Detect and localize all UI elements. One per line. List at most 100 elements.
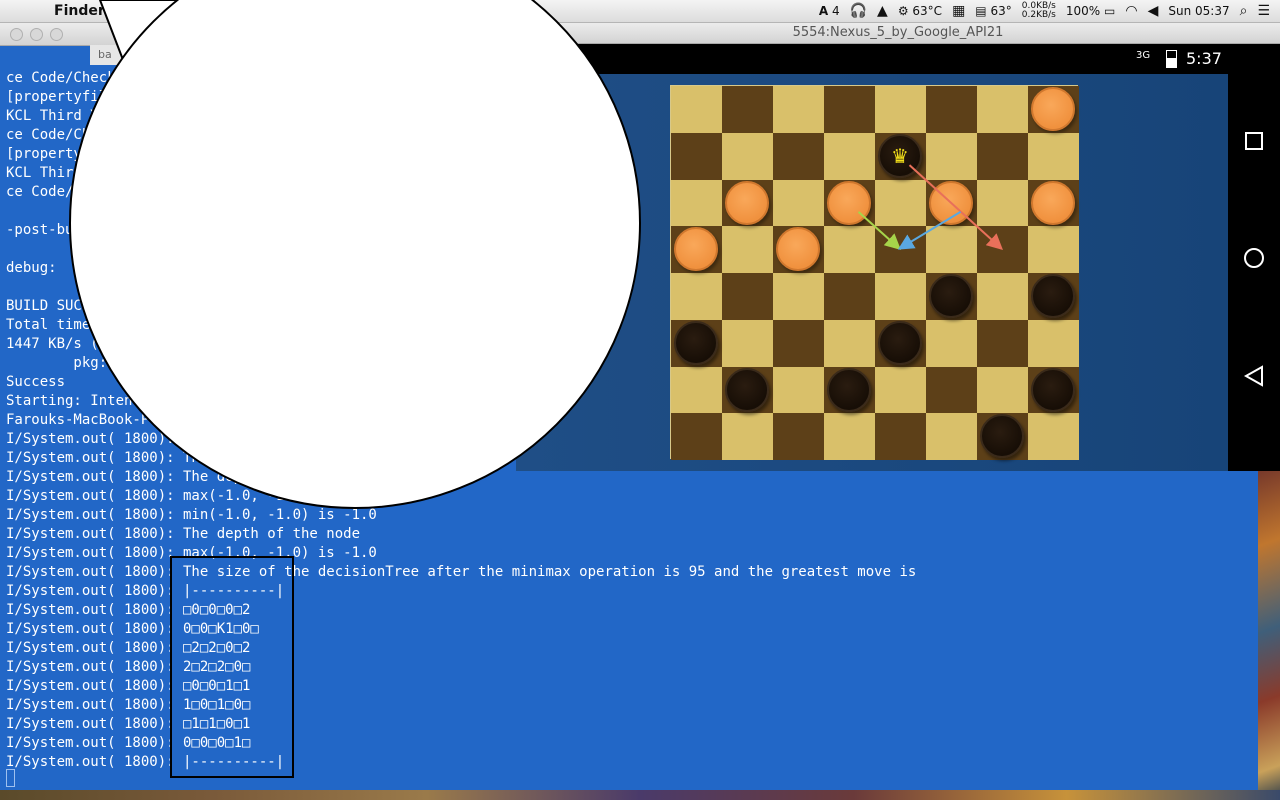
board-printout-highlight [170,556,294,778]
board-square[interactable] [1028,132,1079,180]
home-button[interactable] [1242,246,1266,270]
board-square[interactable] [773,366,824,414]
back-button[interactable] [1242,364,1266,388]
android-battery-icon [1166,50,1177,68]
adobe-count: 4 [831,4,840,18]
board-square[interactable] [977,366,1028,414]
checkers-board[interactable]: ♛ [670,85,1079,460]
square-icon [1245,132,1263,150]
drive-icon[interactable]: ▲ [877,3,888,19]
notification-center-icon[interactable]: ☰ [1257,3,1270,19]
board-square[interactable] [977,319,1028,367]
board-square[interactable] [875,179,926,227]
terminal-line: I/System.out( 1800): |----------| [6,754,285,770]
recent-apps-button[interactable] [1242,129,1266,153]
board-square[interactable] [722,132,773,180]
grid-icon: ▤ [975,4,987,18]
android-clock: 5:37 [1186,49,1222,68]
zoom-button[interactable] [50,28,63,41]
board-square[interactable] [926,366,977,414]
orange-piece[interactable] [1031,180,1075,225]
board-square[interactable] [671,273,722,320]
black-piece[interactable] [878,320,922,365]
terminal-line: I/System.out( 1800): □0□0□0□2 [6,602,251,618]
board-square[interactable] [773,319,824,367]
board-square[interactable] [875,86,926,133]
black-piece[interactable] [980,414,1024,459]
board-square[interactable] [773,132,824,180]
board-square[interactable] [824,273,875,320]
board-square[interactable] [926,132,977,180]
cpu-temp-value: 63°C [912,4,943,18]
spotlight-search-icon[interactable]: ⌕ [1240,3,1248,19]
clock[interactable]: Sun 05:37 [1168,4,1229,18]
board-square[interactable] [875,366,926,414]
board-square[interactable] [722,413,773,460]
board-square[interactable] [671,132,722,180]
board-square[interactable] [1028,413,1079,460]
board-square[interactable] [875,273,926,320]
volume-icon[interactable]: ◀ [1148,3,1159,19]
board-square[interactable] [1028,226,1079,273]
board-square[interactable] [977,86,1028,133]
orange-piece[interactable] [929,180,973,225]
board-square[interactable] [824,132,875,180]
board-square[interactable] [722,319,773,367]
network-speed-indicator[interactable]: 0.0KB/s 0.2KB/s [1022,2,1056,20]
board-square[interactable] [926,319,977,367]
board-square[interactable] [773,273,824,320]
board-square[interactable] [926,226,977,273]
board-square[interactable] [824,86,875,133]
black-piece[interactable] [1031,274,1075,318]
battery-indicator[interactable]: 100% ▭ [1066,4,1115,18]
orange-piece[interactable] [776,227,820,272]
board-square[interactable] [926,86,977,133]
board-square[interactable] [722,226,773,273]
headphones-icon[interactable]: 🎧 [850,3,867,19]
crown-icon: ♛ [891,143,909,168]
network-type: 3G [1136,50,1151,61]
orange-piece[interactable] [725,180,769,225]
board-square[interactable] [977,273,1028,320]
board-square[interactable] [926,413,977,460]
board-square[interactable] [722,86,773,133]
wifi-icon[interactable]: ◠ [1125,3,1137,19]
window-manager-icon[interactable]: ▦ [952,3,965,19]
board-square[interactable] [875,413,926,460]
battery-icon: ▭ [1104,4,1116,18]
terminal-line: I/System.out( 1800): 0□0□K1□0□ [6,621,259,637]
orange-piece[interactable] [827,180,871,225]
gpu-temp-indicator[interactable]: ▤ 63° [975,4,1011,18]
black-piece[interactable] [725,367,769,412]
board-square[interactable] [977,179,1028,227]
minimize-button[interactable] [30,28,43,41]
orange-piece[interactable] [1031,87,1075,131]
black-piece[interactable] [674,320,718,365]
emulator-titlebar[interactable]: 5554:Nexus_5_by_Google_API21 [516,23,1280,44]
board-square[interactable] [671,413,722,460]
board-square[interactable] [671,86,722,133]
board-square[interactable] [773,179,824,227]
board-square[interactable] [824,319,875,367]
black-piece[interactable] [929,274,973,318]
board-square[interactable] [671,366,722,414]
terminal-line: I/System.out( 1800): |----------| [6,583,285,599]
black-piece[interactable] [827,367,871,412]
black-piece-king[interactable]: ♛ [878,133,922,178]
board-square[interactable] [824,413,875,460]
board-square[interactable] [977,132,1028,180]
board-square[interactable] [722,273,773,320]
board-square[interactable] [1028,319,1079,367]
orange-piece[interactable] [674,227,718,272]
board-square[interactable] [875,226,926,273]
terminal-line: I/System.out( 1800): 1□0□1□0□ [6,697,251,713]
board-square[interactable] [671,179,722,227]
black-piece[interactable] [1031,367,1075,412]
board-square[interactable] [824,226,875,273]
close-button[interactable] [10,28,23,41]
board-square[interactable] [773,413,824,460]
board-square[interactable] [977,226,1028,273]
adobe-icon[interactable]: A 4 [819,4,840,18]
board-square[interactable] [773,86,824,133]
cpu-temp-indicator[interactable]: ⚙ 63°C [898,4,942,18]
